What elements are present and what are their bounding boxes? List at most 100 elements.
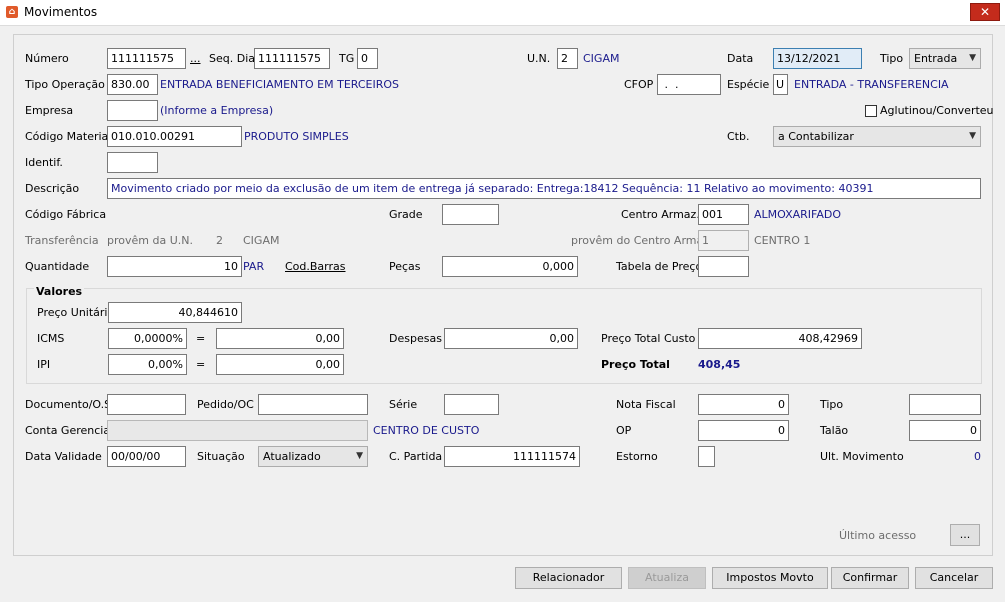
documento-label: Documento/O.S bbox=[25, 398, 112, 411]
identif-label: Identif. bbox=[25, 156, 63, 169]
grade-field[interactable] bbox=[442, 204, 499, 225]
grade-label: Grade bbox=[389, 208, 423, 221]
nota-fiscal-label: Nota Fiscal bbox=[616, 398, 676, 411]
codigo-material-label: Código Material bbox=[25, 130, 112, 143]
situacao-select-value: Atualizado bbox=[263, 450, 321, 463]
centro-armaz-label: Centro Armaz. bbox=[621, 208, 700, 221]
seqdia-label: Seq. Dia bbox=[209, 52, 255, 65]
conta-gerencial-field[interactable] bbox=[107, 420, 368, 441]
provem-centro-desc: CENTRO 1 bbox=[754, 234, 811, 247]
codigo-material-field[interactable]: 010.010.00291 bbox=[107, 126, 242, 147]
situacao-select[interactable]: Atualizado ▼ bbox=[258, 446, 368, 467]
title-bar: ⌂ Movimentos ✕ bbox=[0, 0, 1005, 26]
quantidade-field[interactable]: 10 bbox=[107, 256, 242, 277]
movements-app-icon: ⌂ bbox=[6, 6, 18, 18]
despesas-field[interactable]: 0,00 bbox=[444, 328, 578, 349]
numero-lookup-button[interactable]: ... bbox=[190, 52, 201, 66]
tipo-operacao-field[interactable]: 830.00 bbox=[107, 74, 158, 95]
ipi-percent-field[interactable]: 0,00% bbox=[108, 354, 187, 375]
tg-label: TG bbox=[339, 52, 355, 65]
relacionador-button[interactable]: Relacionador bbox=[515, 567, 622, 589]
especie-desc: ENTRADA - TRANSFERENCIA bbox=[794, 78, 949, 91]
nota-fiscal-field[interactable]: 0 bbox=[698, 394, 789, 415]
atualiza-button[interactable]: Atualiza bbox=[628, 567, 706, 589]
op-label: OP bbox=[616, 424, 632, 437]
pedido-label: Pedido/OC bbox=[197, 398, 254, 411]
preco-total-custo-field[interactable]: 408,42969 bbox=[698, 328, 862, 349]
codbarras-link[interactable]: Cod.Barras bbox=[285, 260, 346, 274]
tipo-label: Tipo bbox=[880, 52, 904, 65]
provem-centro-field: 1 bbox=[698, 230, 749, 251]
ult-movimento-value: 0 bbox=[974, 450, 981, 463]
tipo-operacao-desc: ENTRADA BENEFICIAMENTO EM TERCEIROS bbox=[160, 78, 400, 91]
op-field[interactable]: 0 bbox=[698, 420, 789, 441]
pedido-field[interactable] bbox=[258, 394, 368, 415]
empresa-field[interactable] bbox=[107, 100, 158, 121]
data-label: Data bbox=[727, 52, 754, 65]
centro-custo-label: CENTRO DE CUSTO bbox=[373, 424, 480, 437]
aglutinou-checkbox[interactable] bbox=[865, 105, 877, 117]
preco-unitario-field[interactable]: 40,844610 bbox=[108, 302, 242, 323]
unidade-label: PAR bbox=[243, 260, 265, 273]
chevron-down-icon: ▼ bbox=[969, 53, 976, 63]
pecas-field[interactable]: 0,000 bbox=[442, 256, 578, 277]
ctb-select-value: a Contabilizar bbox=[778, 130, 854, 143]
impostos-movto-button[interactable]: Impostos Movto bbox=[712, 567, 828, 589]
cfop-field[interactable]: . . bbox=[657, 74, 721, 95]
icms-percent-field[interactable]: 0,0000% bbox=[108, 328, 187, 349]
confirmar-button[interactable]: Confirmar bbox=[831, 567, 909, 589]
provem-centro-label: provêm do Centro Armaz bbox=[571, 234, 710, 247]
cancelar-button[interactable]: Cancelar bbox=[915, 567, 993, 589]
close-button[interactable]: ✕ bbox=[970, 3, 1000, 21]
data-validade-field[interactable]: 00/00/00 bbox=[107, 446, 186, 467]
especie-label: Espécie bbox=[727, 78, 770, 91]
tipo-doc-field[interactable] bbox=[909, 394, 981, 415]
centro-armaz-field[interactable]: 001 bbox=[698, 204, 749, 225]
window-title: Movimentos bbox=[24, 5, 98, 19]
identif-field[interactable] bbox=[107, 152, 158, 173]
chevron-down-icon: ▼ bbox=[356, 451, 363, 461]
descricao-field[interactable]: Movimento criado por meio da exclusão de… bbox=[107, 178, 981, 199]
tabela-preco-field[interactable] bbox=[698, 256, 749, 277]
estorno-field[interactable] bbox=[698, 446, 715, 467]
ipi-value-field[interactable]: 0,00 bbox=[216, 354, 344, 375]
cfop-label: CFOP bbox=[624, 78, 654, 91]
numero-label: Número bbox=[25, 52, 69, 65]
ctb-select[interactable]: a Contabilizar ▼ bbox=[773, 126, 981, 147]
preco-unitario-label: Preço Unitário bbox=[37, 306, 115, 319]
un-name: CIGAM bbox=[583, 52, 620, 65]
ult-movimento-label: Ult. Movimento bbox=[820, 450, 904, 463]
c-partida-field[interactable]: 111111574 bbox=[444, 446, 580, 467]
valores-title: Valores bbox=[34, 285, 85, 299]
tipo-select-value: Entrada bbox=[914, 52, 958, 65]
numero-field[interactable]: 111111575 bbox=[107, 48, 186, 69]
tabela-preco-label: Tabela de Preço bbox=[616, 260, 703, 273]
aglutinou-label: Aglutinou/Converteu bbox=[880, 104, 994, 117]
tipo-operacao-label: Tipo Operação bbox=[25, 78, 105, 91]
situacao-label: Situação bbox=[197, 450, 245, 463]
un-label: U.N. bbox=[527, 52, 551, 65]
tipo-select[interactable]: Entrada ▼ bbox=[909, 48, 981, 69]
seqdia-field[interactable]: 111111575 bbox=[254, 48, 330, 69]
data-validade-label: Data Validade bbox=[25, 450, 102, 463]
conta-gerencial-label: Conta Gerencial bbox=[25, 424, 114, 437]
centro-armaz-desc: ALMOXARIFADO bbox=[754, 208, 842, 221]
ipi-equals: = bbox=[196, 358, 206, 371]
empresa-hint: (Informe a Empresa) bbox=[160, 104, 274, 117]
data-field[interactable]: 13/12/2021 bbox=[773, 48, 862, 69]
tg-field[interactable]: 0 bbox=[357, 48, 378, 69]
estorno-label: Estorno bbox=[616, 450, 658, 463]
provem-un-label: provêm da U.N. bbox=[107, 234, 193, 247]
tipo-doc-label: Tipo bbox=[820, 398, 844, 411]
icms-value-field[interactable]: 0,00 bbox=[216, 328, 344, 349]
talao-field[interactable]: 0 bbox=[909, 420, 981, 441]
icms-equals: = bbox=[196, 332, 206, 345]
documento-field[interactable] bbox=[107, 394, 186, 415]
preco-total-label: Preço Total bbox=[601, 358, 670, 371]
ultimo-acesso-button[interactable]: ... bbox=[950, 524, 980, 546]
un-field[interactable]: 2 bbox=[557, 48, 578, 69]
serie-field[interactable] bbox=[444, 394, 499, 415]
especie-field[interactable]: U bbox=[773, 74, 788, 95]
preco-total-custo-label: Preço Total Custo bbox=[601, 332, 696, 345]
talao-label: Talão bbox=[820, 424, 849, 437]
